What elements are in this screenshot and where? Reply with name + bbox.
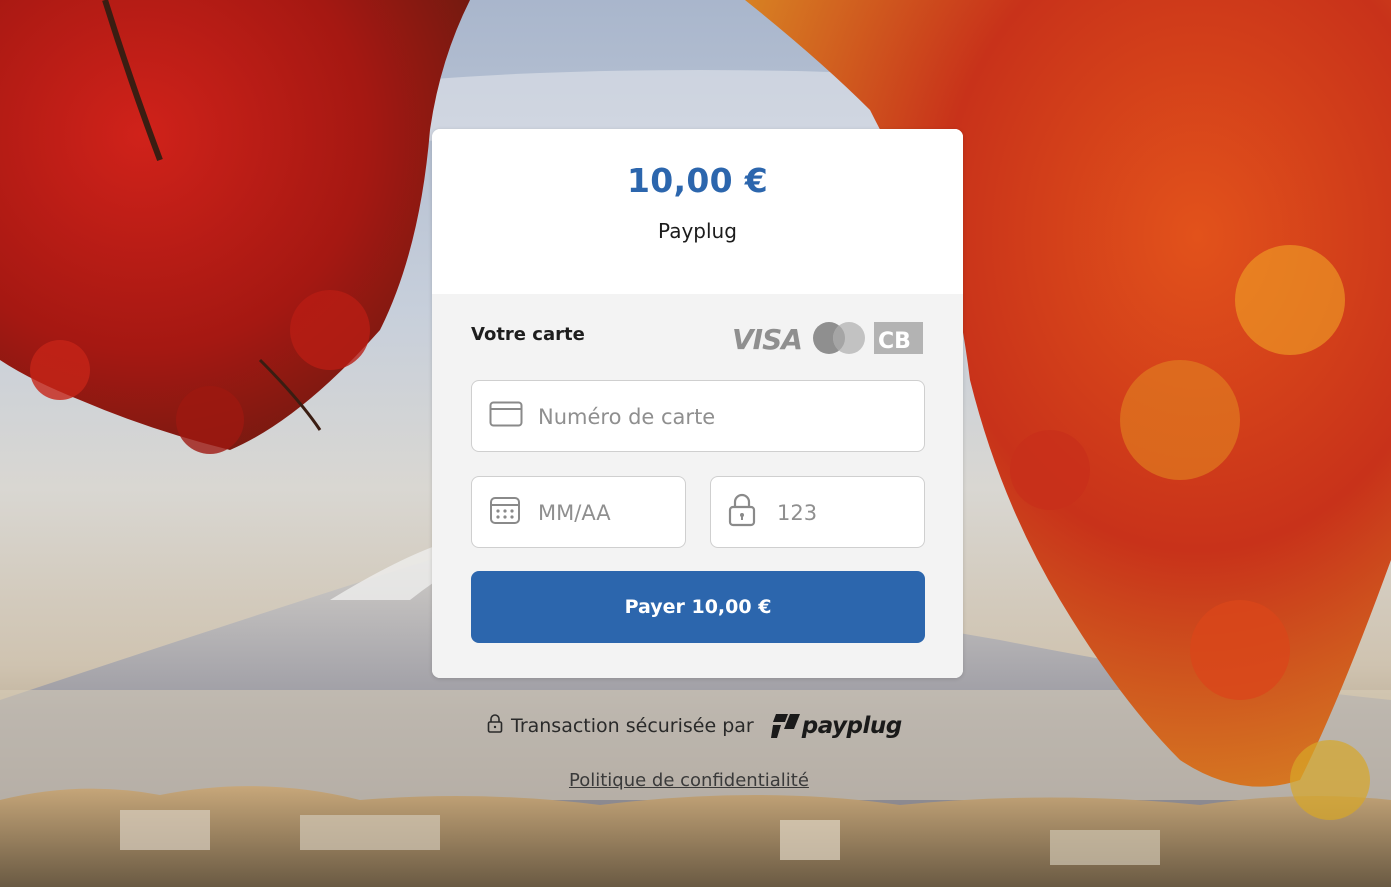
merchant-name: Payplug <box>658 219 737 243</box>
calendar-icon <box>489 495 521 529</box>
payment-card: 10,00 € Payplug Votre carte VISA CB Numé… <box>432 129 963 678</box>
card-brands-logos: VISA CB <box>732 322 923 356</box>
card-form: Votre carte VISA CB Numéro de carte MM/A… <box>432 294 963 678</box>
secure-text: Transaction sécurisée par <box>511 715 754 737</box>
pay-button[interactable]: Payer 10,00 € <box>471 571 925 643</box>
payplug-logo: payplug <box>770 712 902 740</box>
privacy-policy-link[interactable]: Politique de confidentialité <box>569 770 809 791</box>
secure-transaction-notice: Transaction sécurisée par payplug <box>487 708 917 744</box>
payment-header: 10,00 € Payplug <box>432 129 963 294</box>
svg-text:CB: CB <box>878 329 911 354</box>
amount-title: 10,00 € <box>627 161 768 200</box>
credit-card-icon <box>489 401 523 431</box>
expiry-input[interactable] <box>536 477 677 549</box>
card-number-input[interactable] <box>536 381 916 453</box>
mastercard-icon <box>813 322 865 354</box>
card-number-field[interactable] <box>471 380 925 453</box>
payplug-mark-icon <box>770 714 800 738</box>
cvc-input[interactable] <box>775 477 916 549</box>
svg-text:VISA: VISA <box>732 323 802 356</box>
padlock-icon <box>487 714 503 738</box>
cb-icon: CB <box>874 322 923 354</box>
visa-icon: VISA <box>732 323 803 356</box>
expiry-field[interactable] <box>471 476 686 549</box>
lock-icon <box>728 493 756 531</box>
payplug-wordmark: payplug <box>801 713 902 739</box>
card-section-label: Votre carte <box>471 324 585 345</box>
cvc-field[interactable] <box>710 476 925 549</box>
